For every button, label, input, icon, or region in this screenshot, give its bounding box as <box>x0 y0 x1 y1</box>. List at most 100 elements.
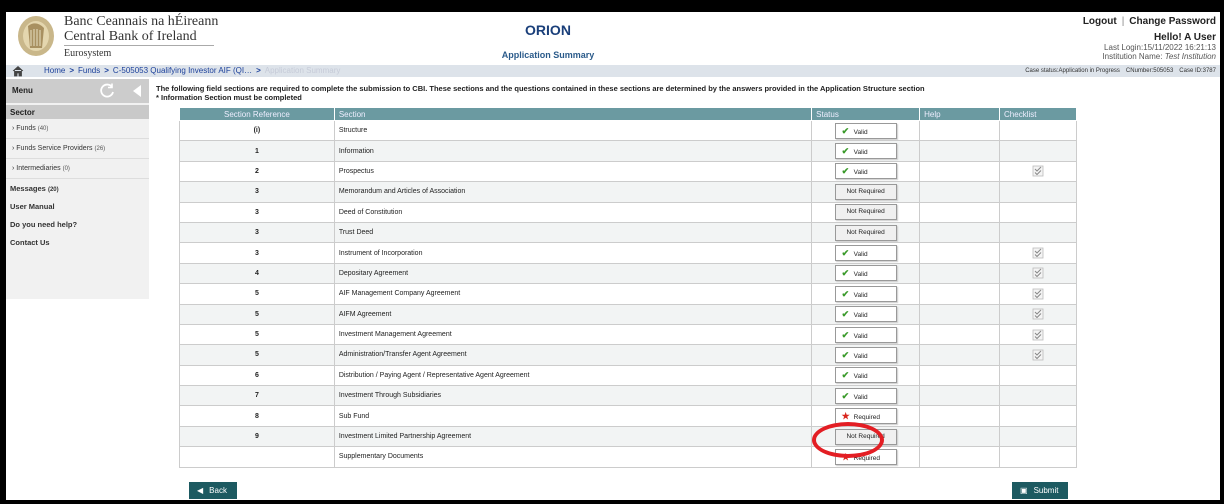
back-button[interactable]: ◀ Back <box>189 482 237 499</box>
breadcrumb-case[interactable]: C-505053 Qualifying Investor AIF (QI… <box>113 66 252 75</box>
section-name-cell: Information <box>333 140 813 162</box>
sidebar-item-funds-service-providers[interactable]: › Funds Service Providers (26) <box>6 139 149 159</box>
status-not-required-button[interactable]: Not Required <box>834 183 897 200</box>
status-label: Valid <box>853 128 868 136</box>
table-row: 3 Deed of Constitution Not Required <box>179 201 1077 223</box>
sidebar-link-count: (20) <box>47 187 59 193</box>
status-not-required-button[interactable]: Not Required <box>834 224 897 241</box>
breadcrumb-funds[interactable]: Funds <box>78 66 100 75</box>
status-required-button[interactable]: ★ Required <box>834 408 897 425</box>
sidebar-item-label: Intermediaries <box>16 165 61 172</box>
case-status: Case status:Application in Progress <box>1025 68 1120 74</box>
sidebar-item-count: (26) <box>94 146 106 152</box>
intro-text: The following field sections are require… <box>156 84 925 93</box>
status-not-required-button[interactable]: Not Required <box>834 204 897 221</box>
sidebar-item-intermediaries[interactable]: › Intermediaries (0) <box>6 159 149 179</box>
status-valid-button[interactable]: ✔ Valid <box>834 367 897 384</box>
account-links: Logout | Change Password <box>1083 16 1216 27</box>
page-header: Banc Ceannais na hÉireann Central Bank o… <box>6 12 1220 62</box>
sidebar-link-label: Messages <box>10 184 46 193</box>
page-title: Application Summary <box>501 50 595 60</box>
checkmark-icon: ✔ <box>841 268 850 279</box>
checklist-cell <box>999 364 1077 387</box>
help-cell <box>919 221 1001 244</box>
status-cell: ✔ Valid <box>811 283 921 305</box>
section-name-cell: Depositary Agreement <box>333 262 813 285</box>
section-reference-cell: 9 <box>179 425 335 448</box>
checklist-icon[interactable] <box>1032 165 1044 177</box>
status-valid-button[interactable]: ✔ Valid <box>834 163 897 180</box>
help-cell <box>919 344 1001 366</box>
section-reference-cell: 5 <box>179 323 335 346</box>
section-reference-cell: 7 <box>179 385 335 407</box>
status-valid-button[interactable]: ✔ Valid <box>834 346 897 363</box>
status-valid-button[interactable]: ✔ Valid <box>834 326 897 343</box>
status-label: Valid <box>853 149 868 157</box>
status-cell: ✔ Valid <box>811 303 921 325</box>
table-row: 3 Memorandum and Articles of Association N… <box>179 181 1077 203</box>
collapse-arrow-icon[interactable] <box>130 84 144 98</box>
checkmark-icon: ✔ <box>841 146 850 157</box>
status-valid-button[interactable]: ✔ Valid <box>834 265 897 282</box>
section-name-cell: AIF Management Company Agreement <box>333 283 813 305</box>
breadcrumb-home[interactable]: Home <box>44 66 65 75</box>
sidebar-link-contact-us[interactable]: Contact Us <box>6 233 149 251</box>
status-valid-button[interactable]: ✔ Valid <box>834 387 897 404</box>
institution-label: Institution Name: <box>1102 52 1163 61</box>
status-valid-button[interactable]: ✔ Valid <box>834 306 897 323</box>
help-cell <box>919 405 1001 427</box>
checklist-icon[interactable] <box>1032 288 1044 300</box>
checklist-icon[interactable] <box>1032 308 1044 320</box>
table-row: 3 Instrument of Incorporation ✔ Valid <box>179 242 1077 264</box>
help-cell <box>919 446 1001 468</box>
status-valid-button[interactable]: ✔ Valid <box>834 143 897 160</box>
status-cell: Not Required <box>811 201 921 223</box>
change-password-link[interactable]: Change Password <box>1129 16 1216 27</box>
status-valid-button[interactable]: ✔ Valid <box>834 122 897 139</box>
sidebar-link-label: User Manual <box>10 202 55 211</box>
checklist-cell <box>999 446 1077 468</box>
status-required-button[interactable]: ★ Required <box>834 448 897 465</box>
status-label: Required <box>853 454 881 462</box>
breadcrumb-current: Application Summary <box>264 66 341 75</box>
back-arrow-icon: ◀ <box>197 486 204 495</box>
sidebar-link-help[interactable]: Do you need help? <box>6 215 149 233</box>
status-label: Valid <box>853 291 868 299</box>
breadcrumb-arrow-icon: > <box>104 66 109 75</box>
checklist-icon[interactable] <box>1032 247 1044 259</box>
section-name-cell: Investment Limited Partnership Agreement <box>333 425 813 448</box>
status-not-required-button[interactable]: Not Required <box>834 428 897 445</box>
sidebar-link-user-manual[interactable]: User Manual <box>6 197 149 215</box>
status-label: Valid <box>853 169 868 177</box>
refresh-icon[interactable] <box>99 82 116 99</box>
status-valid-button[interactable]: ✔ Valid <box>834 285 897 302</box>
home-icon[interactable] <box>12 65 24 77</box>
institution-name: Institution Name: Test Institution <box>1102 52 1216 61</box>
checklist-icon[interactable] <box>1032 329 1044 341</box>
checklist-icon[interactable] <box>1032 267 1044 279</box>
table-row: 4 Depositary Agreement ✔ Valid <box>179 262 1077 285</box>
required-star-icon: ★ <box>841 451 850 462</box>
status-cell: Not Required <box>811 181 921 203</box>
status-label: Valid <box>853 312 868 320</box>
sidebar-link-messages[interactable]: Messages (20) <box>6 179 149 197</box>
status-cell: ★ Required <box>811 405 921 427</box>
logout-link[interactable]: Logout <box>1083 16 1117 27</box>
checkmark-icon: ✔ <box>841 166 850 177</box>
submit-button[interactable]: ▣ Submit <box>1012 482 1068 499</box>
section-reference-cell: 1 <box>179 140 335 162</box>
checklist-cell <box>999 242 1077 264</box>
help-cell <box>919 201 1001 223</box>
checklist-cell <box>999 201 1077 223</box>
sidebar: Menu Sector › Funds (40) › Funds Service… <box>6 79 149 299</box>
checklist-icon[interactable] <box>1032 349 1044 361</box>
section-name-cell: Memorandum and Articles of Association <box>333 181 813 203</box>
column-header-checklist: Checklist <box>999 107 1077 121</box>
sidebar-item-funds[interactable]: › Funds (40) <box>6 119 149 139</box>
column-header-section: Section <box>333 107 813 121</box>
logo-divider <box>64 45 214 46</box>
section-name-cell: AIFM Agreement <box>333 303 813 325</box>
section-name-cell: Deed of Constitution <box>333 201 813 223</box>
help-cell <box>919 283 1001 305</box>
status-valid-button[interactable]: ✔ Valid <box>834 245 897 262</box>
